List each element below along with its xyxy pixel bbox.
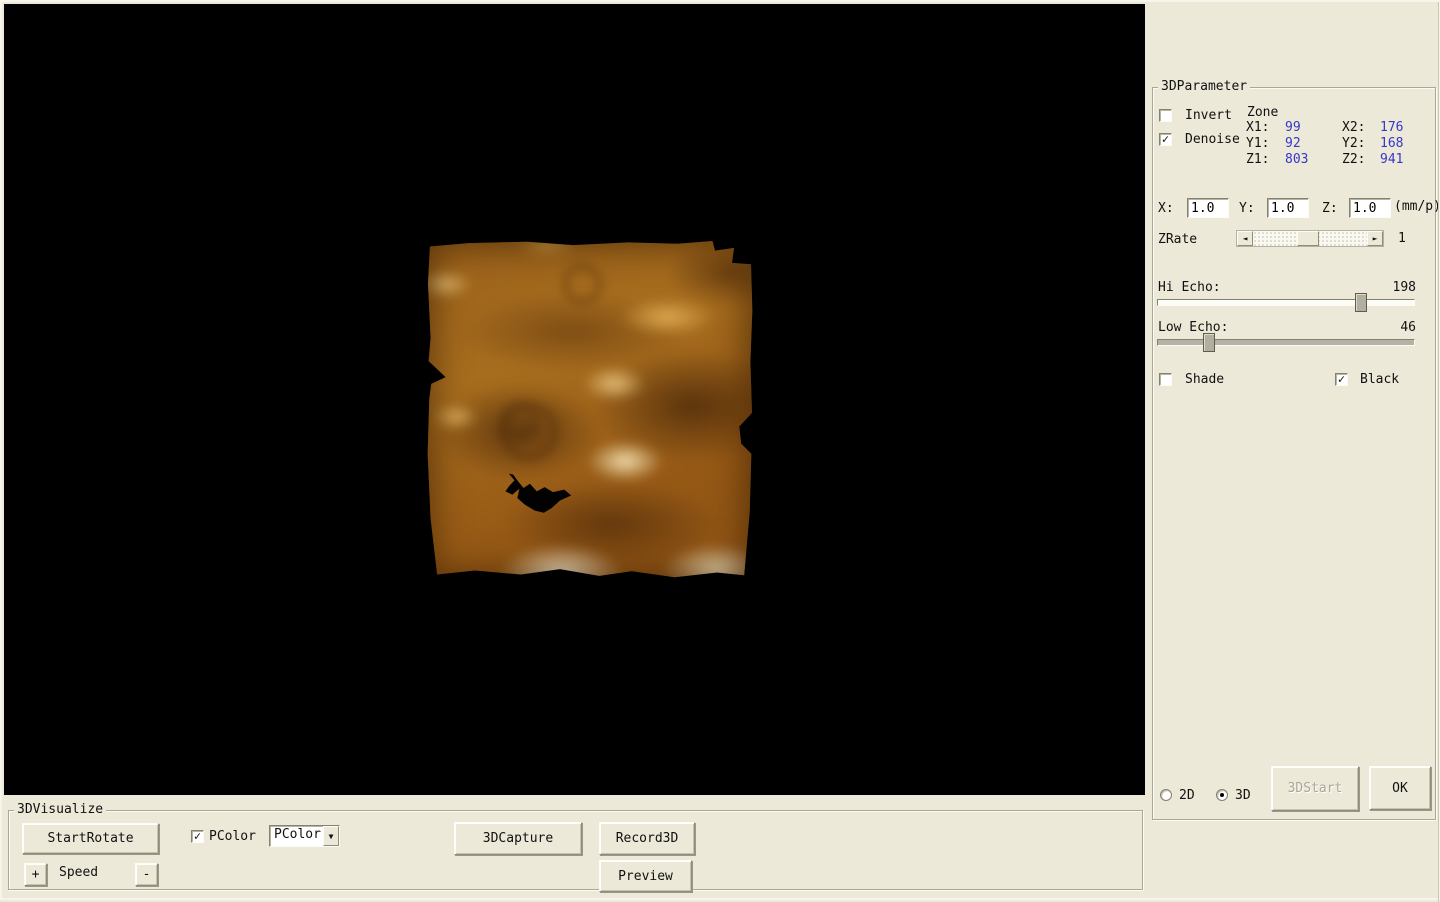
pcolor-dropdown-value: PColor [270, 826, 323, 846]
hi-echo-label: Hi Echo: [1158, 280, 1221, 295]
zone-z1-label: Z1: [1246, 152, 1269, 167]
low-echo-value: 46 [1372, 320, 1416, 335]
black-checkbox[interactable]: ✓ [1335, 373, 1348, 386]
pcolor-dropdown[interactable]: PColor ▼ [269, 825, 340, 847]
zrate-scroll-right-button[interactable]: ► [1367, 231, 1383, 246]
pcolor-dropdown-button[interactable]: ▼ [323, 826, 339, 846]
zone-y1-label: Y1: [1246, 136, 1269, 151]
arrow-right-icon: ► [1373, 234, 1378, 243]
denoise-checkbox[interactable]: ✓ [1159, 133, 1172, 146]
voxel-x-label: X: [1158, 201, 1174, 216]
shade-checkbox[interactable] [1159, 373, 1172, 386]
speed-plus-button[interactable]: + [24, 863, 47, 886]
zone-title: Zone [1247, 105, 1278, 120]
zone-y1-value: 92 [1285, 136, 1301, 151]
render-viewport[interactable] [4, 4, 1145, 795]
speed-minus-button[interactable]: - [135, 863, 158, 886]
invert-label: Invert [1185, 108, 1232, 123]
arrow-left-icon: ◄ [1243, 234, 1248, 243]
zone-y2-value: 168 [1380, 136, 1403, 151]
voxel-z-input[interactable] [1349, 198, 1391, 218]
voxel-unit-label: (mm/p) [1394, 199, 1440, 214]
denoise-label: Denoise [1185, 132, 1240, 147]
hi-echo-slider-track[interactable] [1157, 299, 1415, 306]
zrate-scroll-left-button[interactable]: ◄ [1237, 231, 1253, 246]
zone-x1-label: X1: [1246, 120, 1269, 135]
zrate-label: ZRate [1158, 232, 1197, 247]
zone-x2-label: X2: [1342, 120, 1365, 135]
app-window: { "colors": { "panel_bg": "#ece9d8", "vi… [0, 0, 1440, 900]
mode-2d-label: 2D [1179, 788, 1195, 803]
zone-z2-label: Z2: [1342, 152, 1365, 167]
low-echo-slider-track[interactable] [1157, 339, 1415, 346]
invert-checkbox[interactable] [1159, 109, 1172, 122]
chevron-down-icon: ▼ [329, 832, 334, 841]
voxel-x-input[interactable] [1187, 198, 1229, 218]
shade-label: Shade [1185, 372, 1224, 387]
start-3d-button[interactable]: 3DStart [1271, 766, 1359, 811]
ok-button[interactable]: OK [1369, 766, 1431, 810]
voxel-z-label: Z: [1322, 201, 1338, 216]
zone-x1-value: 99 [1285, 120, 1301, 135]
radio-dot [1220, 793, 1224, 797]
check-icon: ✓ [194, 831, 201, 841]
visualize-group-title: 3DVisualize [14, 802, 106, 817]
pcolor-checkbox[interactable]: ✓ [191, 830, 204, 843]
capture-3d-button[interactable]: 3DCapture [454, 822, 582, 855]
preview-button[interactable]: Preview [599, 860, 692, 892]
hi-echo-value: 198 [1372, 280, 1416, 295]
check-icon: ✓ [1338, 374, 1345, 384]
parameter-group-title: 3DParameter [1158, 79, 1250, 94]
ultrasound-volume-render [426, 239, 753, 580]
speed-label: Speed [59, 865, 98, 880]
zrate-scrollbar: ◄ ► [1236, 230, 1384, 247]
window-border [1438, 2, 1439, 902]
voxel-y-input[interactable] [1267, 198, 1309, 218]
low-echo-label: Low Echo: [1158, 320, 1228, 335]
mode-3d-label: 3D [1235, 788, 1251, 803]
zrate-scroll-thumb[interactable] [1297, 231, 1319, 246]
volume-vignette [426, 239, 753, 580]
voxel-y-label: Y: [1239, 201, 1255, 216]
pcolor-checkbox-label: PColor [209, 829, 256, 844]
zrate-scroll-track[interactable] [1253, 231, 1367, 246]
mode-2d-radio[interactable] [1160, 789, 1172, 801]
zrate-value: 1 [1398, 231, 1406, 246]
zone-x2-value: 176 [1380, 120, 1403, 135]
mode-3d-radio[interactable] [1216, 789, 1228, 801]
zone-y2-label: Y2: [1342, 136, 1365, 151]
low-echo-slider-thumb[interactable] [1203, 333, 1215, 352]
record-3d-button[interactable]: Record3D [599, 822, 695, 855]
zone-z1-value: 803 [1285, 152, 1308, 167]
zone-z2-value: 941 [1380, 152, 1403, 167]
black-label: Black [1360, 372, 1399, 387]
start-rotate-button[interactable]: StartRotate [22, 823, 159, 854]
hi-echo-slider-thumb[interactable] [1355, 293, 1367, 312]
check-icon: ✓ [1162, 134, 1169, 144]
parameter-groupbox: 3DParameter [1152, 87, 1436, 820]
